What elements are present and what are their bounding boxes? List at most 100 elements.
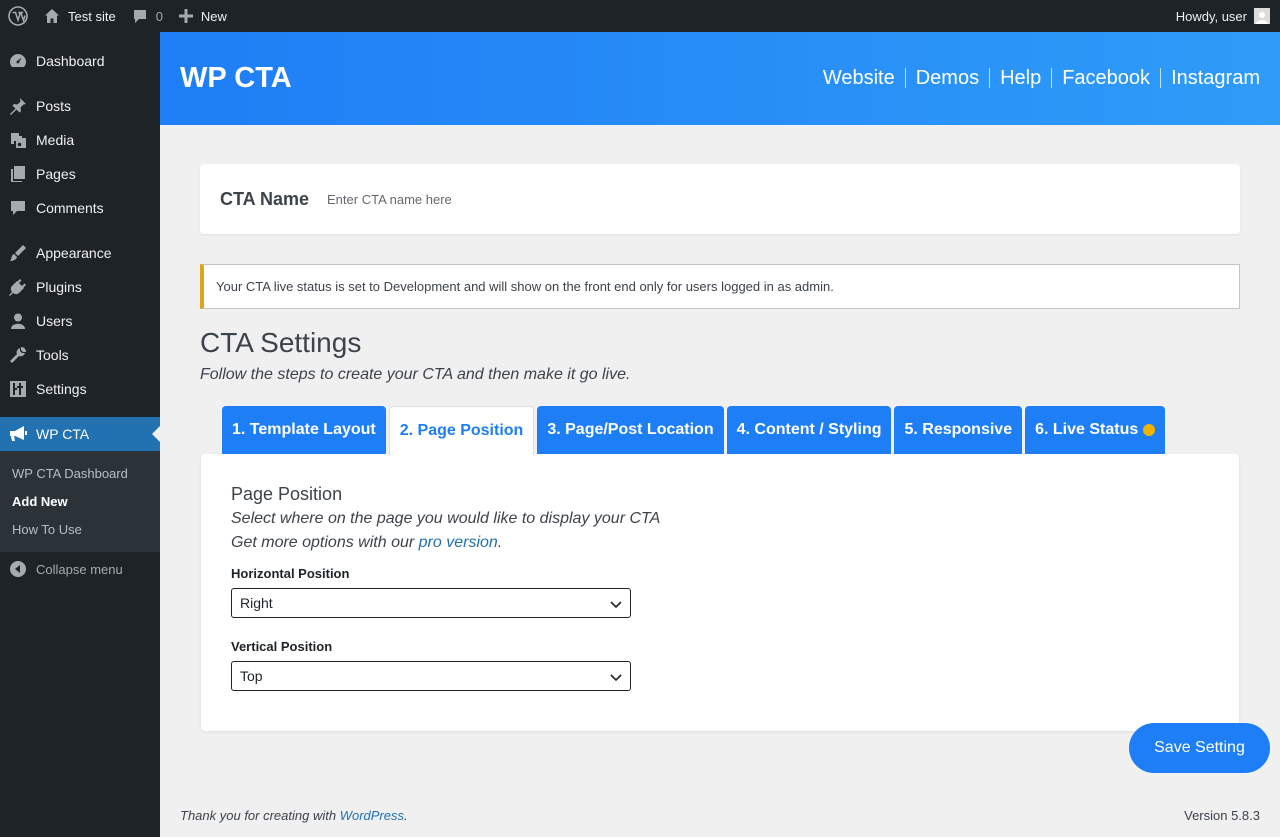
menu-item-media[interactable]: Media xyxy=(0,123,160,157)
admin-sidebar: Dashboard Posts Media Pages Comments App… xyxy=(0,32,160,837)
save-setting-button[interactable]: Save Setting xyxy=(1129,723,1270,773)
dashboard-icon xyxy=(8,51,28,71)
wrench-icon xyxy=(8,345,28,365)
menu-item-settings[interactable]: Settings xyxy=(0,372,160,406)
menu-item-appearance[interactable]: Appearance xyxy=(0,236,160,270)
menu-label: Appearance xyxy=(36,245,112,261)
horizontal-position-label: Horizontal Position xyxy=(231,566,350,581)
live-status-notice: Your CTA live status is set to Developme… xyxy=(200,264,1240,309)
vertical-position-select[interactable]: Top xyxy=(231,661,631,691)
footer-thanks: Thank you for creating with WordPress. xyxy=(180,808,408,823)
brush-icon xyxy=(8,243,28,263)
menu-label: Tools xyxy=(36,347,69,363)
notice-text: Your CTA live status is set to Developme… xyxy=(216,279,834,294)
site-name: Test site xyxy=(68,8,116,24)
page-subtitle: Follow the steps to create your CTA and … xyxy=(200,366,631,383)
footer-thanks-suffix: . xyxy=(404,808,408,823)
footer-version: Version 5.8.3 xyxy=(1184,808,1260,823)
sliders-icon xyxy=(8,379,28,399)
submenu-item-add-new[interactable]: Add New xyxy=(0,487,160,515)
footer-thanks-prefix: Thank you for creating with xyxy=(180,808,340,823)
tab-label: 1. Template Layout xyxy=(232,421,376,438)
horizontal-position-select[interactable]: Right xyxy=(231,588,631,618)
site-name-link[interactable]: Test site xyxy=(36,0,124,32)
cta-name-input[interactable] xyxy=(327,191,728,207)
plugin-header: WP CTA Website Demos Help Facebook Insta… xyxy=(160,32,1280,125)
header-link-facebook[interactable]: Facebook xyxy=(1051,68,1160,88)
howdy-text: Howdy, user xyxy=(1175,8,1247,24)
new-label: New xyxy=(200,8,227,24)
plugin-brand: WP CTA xyxy=(180,62,292,94)
pro-note-prefix: Get more options with our xyxy=(231,534,419,551)
comments-count: 0 xyxy=(155,8,163,24)
megaphone-icon xyxy=(8,424,28,444)
submenu-item-wp-cta-dashboard[interactable]: WP CTA Dashboard xyxy=(0,459,160,487)
tab-page-post-location[interactable]: 3. Page/Post Location xyxy=(537,406,724,454)
tab-label: 5. Responsive xyxy=(904,421,1013,438)
tab-live-status[interactable]: 6. Live Status xyxy=(1025,406,1166,454)
header-link-help[interactable]: Help xyxy=(989,68,1051,88)
chevron-down-icon xyxy=(610,597,622,613)
pro-note-suffix: . xyxy=(497,534,503,551)
submenu-item-how-to-use[interactable]: How To Use xyxy=(0,515,160,543)
tab-responsive[interactable]: 5. Responsive xyxy=(894,406,1023,454)
comment-icon xyxy=(132,8,148,24)
menu-item-tools[interactable]: Tools xyxy=(0,338,160,372)
user-account-menu[interactable]: Howdy, user xyxy=(1168,0,1280,32)
collapse-label: Collapse menu xyxy=(36,561,123,577)
menu-item-users[interactable]: Users xyxy=(0,304,160,338)
header-link-instagram[interactable]: Instagram xyxy=(1160,68,1260,88)
header-link-website[interactable]: Website xyxy=(813,68,905,88)
menu-item-wp-cta[interactable]: WP CTA xyxy=(0,417,160,451)
admin-bar: Test site 0 New Howdy, user xyxy=(0,0,1280,32)
tab-label: 4. Content / Styling xyxy=(736,421,882,438)
menu-item-dashboard[interactable]: Dashboard xyxy=(0,44,160,78)
select-value: Right xyxy=(240,595,273,611)
menu-label: Users xyxy=(36,313,73,329)
new-content-link[interactable]: New xyxy=(171,0,235,32)
user-icon xyxy=(8,311,28,331)
settings-tabs: 1. Template Layout 2. Page Position 3. P… xyxy=(222,406,1168,455)
header-nav: Website Demos Help Facebook Instagram xyxy=(813,68,1260,88)
panel-description: Select where on the page you would like … xyxy=(231,510,661,527)
chevron-down-icon xyxy=(610,670,622,686)
status-dot-icon xyxy=(1143,424,1156,436)
pin-icon xyxy=(8,96,28,116)
menu-label: Pages xyxy=(36,166,76,182)
tab-page-position[interactable]: 2. Page Position xyxy=(388,406,535,455)
plus-icon xyxy=(178,9,193,23)
vertical-position-label: Vertical Position xyxy=(231,639,333,654)
header-link-demos[interactable]: Demos xyxy=(904,68,989,88)
pro-version-note: Get more options with our pro version. xyxy=(231,534,502,552)
tab-template-layout[interactable]: 1. Template Layout xyxy=(222,406,386,454)
media-icon xyxy=(8,130,28,150)
menu-item-plugins[interactable]: Plugins xyxy=(0,270,160,304)
tab-label: 6. Live Status xyxy=(1035,421,1139,438)
menu-label: Posts xyxy=(36,98,72,114)
tab-content-styling[interactable]: 4. Content / Styling xyxy=(726,406,892,454)
comments-link[interactable]: 0 xyxy=(124,0,171,32)
menu-item-pages[interactable]: Pages xyxy=(0,157,160,191)
menu-item-posts[interactable]: Posts xyxy=(0,89,160,123)
cta-name-label: CTA Name xyxy=(220,188,310,209)
collapse-menu-button[interactable]: Collapse menu xyxy=(0,552,160,586)
comment-icon xyxy=(8,198,28,218)
tab-label: 3. Page/Post Location xyxy=(547,421,714,438)
pro-version-link[interactable]: pro version xyxy=(419,534,498,551)
page-title: CTA Settings xyxy=(200,327,362,358)
menu-label: Media xyxy=(36,132,75,148)
page-position-panel: Page Position Select where on the page y… xyxy=(201,454,1239,731)
collapse-arrow-icon xyxy=(10,561,26,577)
menu-label: Plugins xyxy=(36,279,82,295)
menu-label: Comments xyxy=(36,200,104,216)
avatar xyxy=(1254,8,1270,24)
wordpress-link[interactable]: WordPress xyxy=(340,808,404,823)
menu-item-comments[interactable]: Comments xyxy=(0,191,160,225)
wordpress-logo-icon[interactable] xyxy=(0,0,36,32)
wp-cta-submenu: WP CTA Dashboard Add New How To Use xyxy=(0,451,160,552)
menu-label: WP CTA xyxy=(36,426,90,442)
home-icon xyxy=(44,8,60,24)
menu-label: Settings xyxy=(36,381,87,397)
select-value: Top xyxy=(240,668,263,684)
tab-label: 2. Page Position xyxy=(399,422,524,439)
